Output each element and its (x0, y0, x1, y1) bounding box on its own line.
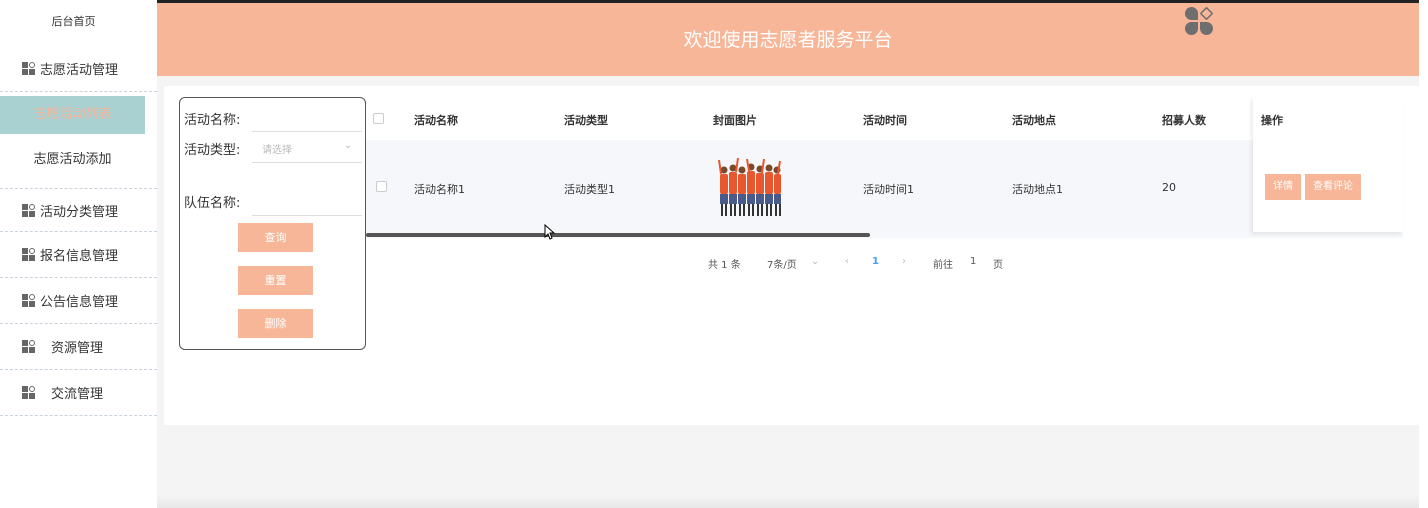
mouse-cursor-icon (544, 224, 556, 240)
query-button[interactable]: 查询 (238, 223, 313, 252)
cell-time: 活动时间1 (863, 183, 914, 196)
reset-button[interactable]: 重置 (238, 266, 313, 295)
cell-count: 20 (1162, 181, 1176, 194)
page-title: 欢迎使用志愿者服务平台 (683, 29, 893, 51)
cover-image (716, 156, 784, 220)
activity-type-select[interactable]: 请选择 (262, 141, 292, 156)
page-size-select[interactable]: 7条/页 (767, 256, 797, 271)
chevron-down-icon[interactable]: ⌄ (811, 256, 819, 267)
pagination-total: 共 1 条 (708, 260, 741, 271)
row-checkbox[interactable] (376, 181, 387, 192)
select-all-checkbox[interactable] (373, 113, 384, 124)
sidebar-group-resource[interactable]: 资源管理 (0, 324, 157, 370)
sidebar-group-label: 报名信息管理 (40, 249, 119, 264)
grid-icon (22, 386, 35, 399)
column-header-cover: 封面图片 (713, 114, 757, 127)
top-header: 欢迎使用志愿者服务平台 (157, 0, 1419, 76)
team-name-label: 队伍名称: (184, 196, 241, 211)
cell-place: 活动地点1 (1012, 183, 1063, 196)
chevron-down-icon[interactable]: ⌄ (344, 140, 352, 151)
detail-button[interactable]: 详情 (1265, 174, 1301, 200)
sidebar-group-label: 志愿活动管理 (40, 63, 119, 78)
search-panel: 活动名称: 活动类型: 请选择 ⌄ 队伍名称: 查询 重置 删除 (179, 97, 366, 350)
sidebar-group-category[interactable]: 活动分类管理 (0, 188, 157, 232)
column-header-time: 活动时间 (863, 114, 907, 127)
column-header-count: 招募人数 (1162, 114, 1206, 127)
cell-name: 活动名称1 (414, 183, 465, 196)
sidebar-group-exchange[interactable]: 交流管理 (0, 370, 157, 416)
activity-name-label: 活动名称: (184, 113, 241, 128)
sidebar-group-label: 活动分类管理 (40, 204, 119, 220)
column-header-actions: 操作 (1261, 114, 1283, 127)
activity-type-label: 活动类型: (184, 143, 241, 158)
delete-button[interactable]: 删除 (238, 309, 313, 338)
team-name-input[interactable] (252, 215, 362, 216)
page-suffix: 页 (993, 260, 1003, 271)
prev-page-icon[interactable]: ‹ (845, 256, 849, 267)
sidebar-item-activity-add[interactable]: 志愿活动添加 (0, 141, 145, 179)
view-comments-button[interactable]: 查看评论 (1305, 174, 1361, 200)
grid-icon (22, 294, 35, 307)
column-header-name: 活动名称 (414, 114, 458, 127)
column-header-place: 活动地点 (1012, 114, 1056, 127)
sidebar-group-label: 公告信息管理 (40, 295, 119, 310)
horizontal-scrollbar[interactable] (366, 233, 870, 237)
sidebar-group-signup[interactable]: 报名信息管理 (0, 232, 157, 278)
column-header-type: 活动类型 (564, 114, 608, 127)
grid-icon (22, 62, 35, 75)
sidebar-home[interactable]: 后台首页 (0, 0, 147, 44)
sidebar-group-volunteer-activity[interactable]: 志愿活动管理 (0, 46, 157, 92)
sidebar-item-activity-list[interactable]: 志愿活动列表 (0, 96, 145, 134)
next-page-icon[interactable]: › (902, 256, 906, 267)
current-page[interactable]: 1 (872, 256, 879, 267)
goto-label: 前往 (933, 260, 953, 271)
grid-icon (22, 340, 35, 353)
sidebar-group-label: 交流管理 (51, 387, 104, 402)
cell-type: 活动类型1 (564, 183, 615, 196)
goto-input[interactable]: 1 (970, 256, 976, 267)
right-edge (1419, 0, 1428, 508)
grid-icon (22, 248, 35, 261)
grid-icon (22, 203, 35, 217)
sidebar-group-label: 资源管理 (51, 341, 104, 356)
user-avatar-icon[interactable] (1185, 6, 1214, 35)
sidebar-group-notice[interactable]: 公告信息管理 (0, 278, 157, 324)
activity-name-input[interactable] (252, 131, 362, 132)
bottom-bar (157, 496, 1419, 508)
sidebar: 后台首页 志愿活动管理 志愿活动列表 志愿活动添加 活动分类管理 报名信息管理 … (0, 0, 157, 508)
activity-type-underline (252, 162, 362, 163)
